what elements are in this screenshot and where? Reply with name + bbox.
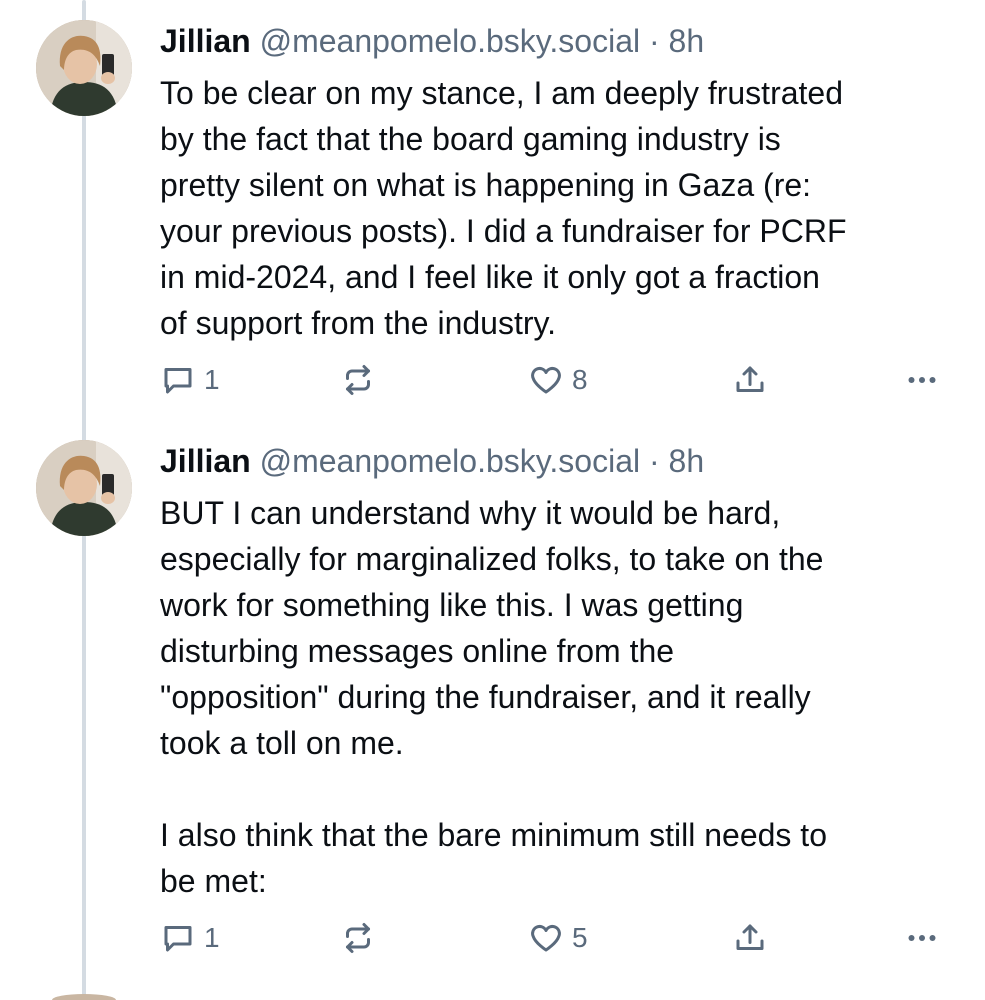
repost-button[interactable]	[340, 360, 376, 400]
reply-icon	[164, 368, 192, 394]
like-icon	[531, 366, 561, 394]
share-icon	[736, 366, 764, 392]
separator-dot: ·	[648, 443, 660, 479]
post-header: Jillian @meanpomelo.bsky.social · 8h	[160, 22, 704, 60]
more-options-button[interactable]	[904, 918, 940, 958]
author-handle[interactable]: @meanpomelo.bsky.social	[260, 23, 641, 59]
like-count: 5	[572, 922, 588, 953]
like-button[interactable]: 8	[528, 360, 588, 400]
reply-button[interactable]: 1	[160, 360, 220, 400]
author-name[interactable]: Jillian	[160, 23, 251, 59]
share-icon	[736, 924, 764, 950]
avatar[interactable]	[36, 440, 132, 536]
author-handle[interactable]: @meanpomelo.bsky.social	[260, 443, 641, 479]
post-time[interactable]: 8h	[669, 23, 705, 59]
avatar-photo	[36, 440, 132, 536]
reply-icon	[164, 926, 192, 952]
like-icon	[531, 924, 561, 952]
avatar-photo	[36, 20, 132, 116]
post-text: BUT I can understand why it would be har…	[160, 495, 827, 899]
reply-button[interactable]: 1	[160, 918, 220, 958]
repost-icon	[346, 365, 370, 395]
like-button[interactable]: 5	[528, 918, 588, 958]
more-icon	[908, 935, 936, 941]
share-button[interactable]	[732, 918, 768, 958]
like-count: 8	[572, 364, 588, 395]
repost-icon	[346, 923, 370, 953]
reply-count: 1	[204, 922, 220, 953]
author-name[interactable]: Jillian	[160, 443, 251, 479]
post-actions: 1 8	[160, 360, 950, 400]
avatar[interactable]	[36, 20, 132, 116]
repost-button[interactable]	[340, 918, 376, 958]
next-post-avatar-edge	[52, 994, 116, 1000]
post-text: To be clear on my stance, I am deeply fr…	[160, 75, 847, 341]
post-header: Jillian @meanpomelo.bsky.social · 8h	[160, 442, 704, 480]
post-time[interactable]: 8h	[669, 443, 705, 479]
more-icon	[908, 377, 936, 383]
separator-dot: ·	[648, 23, 660, 59]
share-button[interactable]	[732, 360, 768, 400]
post-actions: 1 5	[160, 918, 950, 958]
reply-count: 1	[204, 364, 220, 395]
more-options-button[interactable]	[904, 360, 940, 400]
